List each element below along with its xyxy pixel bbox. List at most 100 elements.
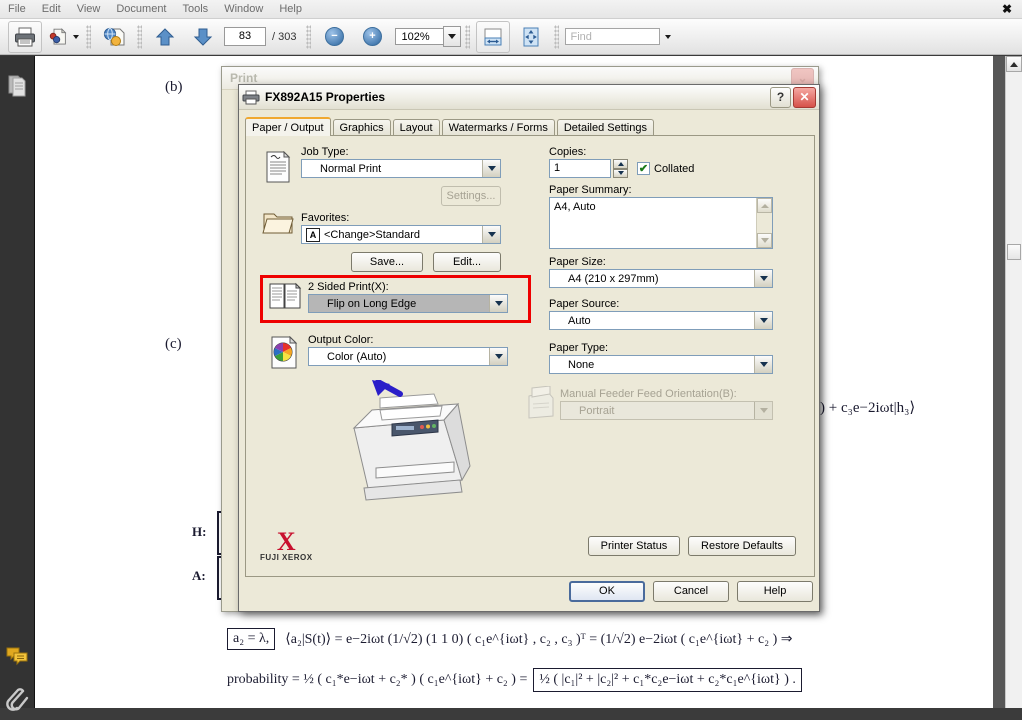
comments-panel-icon: [6, 647, 28, 666]
chevron-down-icon[interactable]: [754, 356, 772, 373]
menu-item-help[interactable]: Help: [271, 0, 310, 18]
document-vertical-scrollbar[interactable]: [1005, 56, 1022, 708]
chevron-down-icon[interactable]: [73, 34, 79, 39]
properties-titlebar[interactable]: FX892A15 Properties ? ✕: [239, 85, 819, 110]
copies-stepper[interactable]: [613, 159, 628, 178]
properties-title: FX892A15 Properties: [265, 90, 386, 104]
tab-graphics[interactable]: Graphics: [332, 119, 391, 136]
zoom-in-icon[interactable]: +: [362, 27, 382, 46]
two-sided-print-value: Flip on Long Edge: [327, 297, 417, 310]
tab-paper-output[interactable]: Paper / Output: [245, 117, 331, 136]
menu-item-document[interactable]: Document: [108, 0, 174, 18]
paper-source-value: Auto: [568, 314, 591, 327]
fit-width-icon: [484, 28, 502, 45]
two-sided-print-select[interactable]: Flip on Long Edge: [308, 294, 508, 313]
manual-feeder-select: Portrait: [560, 401, 773, 420]
chevron-down-icon[interactable]: [489, 348, 507, 365]
menu-item-edit[interactable]: Edit: [34, 0, 69, 18]
paper-summary-label: Paper Summary:: [549, 184, 632, 196]
zoom-out-icon[interactable]: −: [324, 27, 344, 46]
output-color-select[interactable]: Color (Auto): [308, 347, 508, 366]
next-page-button[interactable]: [186, 21, 220, 53]
ok-button[interactable]: OK: [569, 580, 645, 602]
scroll-up-icon[interactable]: [1006, 56, 1022, 72]
paper-summary-scrollbar[interactable]: [756, 198, 772, 248]
toolbar-separator: [306, 24, 312, 49]
chevron-down-icon[interactable]: [489, 295, 507, 312]
print-button[interactable]: [8, 20, 42, 53]
chevron-down-icon[interactable]: [665, 34, 672, 39]
paper-type-select[interactable]: None: [549, 355, 773, 374]
page-number-input[interactable]: 83: [224, 27, 266, 46]
job-type-label: Job Type:: [301, 146, 349, 158]
chevron-down-icon[interactable]: [754, 312, 772, 329]
find-input[interactable]: Find: [565, 28, 661, 45]
application-menu-bar: File Edit View Document Tools Window Hel…: [0, 0, 1022, 19]
math-block: a₂ = λ, ⟨a₂|S(t)⟩ = e−2iωt (1/√2) (1 1 0…: [227, 628, 967, 692]
favorites-select[interactable]: A <Change>Standard: [301, 225, 501, 244]
stepper-down-icon[interactable]: [613, 168, 628, 178]
chevron-down-icon[interactable]: [482, 160, 500, 177]
paper-size-label: Paper Size:: [549, 256, 606, 268]
save-button[interactable]: Save...: [351, 252, 423, 272]
web-capture-icon: [103, 27, 125, 46]
zoom-in-button[interactable]: +: [355, 21, 389, 53]
manual-feeder-icon: [528, 386, 554, 419]
menu-item-window[interactable]: Window: [216, 0, 271, 18]
printer-preview-icon: [352, 380, 471, 501]
paper-source-select[interactable]: Auto: [549, 311, 773, 330]
scroll-down-icon[interactable]: [757, 233, 772, 248]
snapshot-icon: [49, 27, 67, 44]
toolbar-separator: [137, 24, 142, 49]
fit-width-button[interactable]: [476, 20, 511, 53]
chevron-down-icon[interactable]: [754, 270, 772, 287]
previous-page-button[interactable]: [148, 21, 182, 53]
zoom-level-input[interactable]: 102%: [395, 28, 444, 45]
close-icon[interactable]: ✖: [992, 0, 1022, 18]
chevron-down-icon[interactable]: [482, 226, 500, 243]
document-job-icon: [266, 151, 291, 183]
copies-input[interactable]: 1: [549, 159, 611, 178]
email-document-button[interactable]: [46, 21, 80, 53]
math-line-2-left: probability = ½ ( c₁*e−iωt + c₂* ) ( c₁e…: [227, 672, 528, 687]
sidebar-item-comments[interactable]: [0, 634, 34, 678]
find-control[interactable]: Find: [563, 28, 672, 45]
zoom-dropdown-button[interactable]: [443, 26, 462, 47]
scrollbar-thumb[interactable]: [1007, 244, 1021, 260]
paper-size-value: A4 (210 x 297mm): [568, 272, 659, 285]
web-capture-button[interactable]: [97, 21, 131, 53]
two-sided-print-icon: [269, 282, 302, 309]
job-type-select[interactable]: Normal Print: [301, 159, 501, 178]
tab-detailed-settings[interactable]: Detailed Settings: [556, 119, 654, 136]
math-fragment-right: ) + c₃e−2iωt|h₃⟩: [820, 400, 916, 416]
menu-item-view[interactable]: View: [69, 0, 109, 18]
restore-defaults-button[interactable]: Restore Defaults: [688, 536, 796, 556]
edit-button[interactable]: Edit...: [433, 252, 501, 272]
job-type-value: Normal Print: [320, 162, 382, 175]
paper-type-label: Paper Type:: [549, 342, 609, 354]
paper-size-select[interactable]: A4 (210 x 297mm): [549, 269, 773, 288]
scroll-up-icon[interactable]: [757, 198, 772, 213]
close-icon[interactable]: ✕: [793, 86, 816, 108]
collated-checkbox[interactable]: ✔: [637, 162, 650, 175]
paper-summary-box: A4, Auto: [549, 197, 773, 249]
toolbar-separator: [554, 24, 560, 49]
stepper-up-icon[interactable]: [613, 159, 628, 169]
paper-summary-value: A4, Auto: [554, 201, 596, 213]
tab-watermarks-forms[interactable]: Watermarks / Forms: [441, 119, 555, 136]
settings-button[interactable]: Settings...: [441, 186, 501, 206]
math-line-1: ⟨a₂|S(t)⟩ = e−2iωt (1/√2) (1 1 0) ( c₁e^…: [285, 631, 793, 647]
sidebar-item-attachments[interactable]: [0, 676, 34, 720]
menu-item-file[interactable]: File: [0, 0, 34, 18]
help-button[interactable]: ?: [770, 86, 791, 108]
cancel-button[interactable]: Cancel: [653, 580, 729, 602]
sidebar-item-pages[interactable]: [0, 64, 34, 108]
printer-properties-dialog: FX892A15 Properties ? ✕ Paper / Output G…: [238, 84, 820, 612]
zoom-out-button[interactable]: −: [317, 21, 351, 53]
tab-layout[interactable]: Layout: [392, 119, 440, 136]
help-footer-button[interactable]: Help: [737, 580, 813, 602]
fit-page-button[interactable]: [514, 21, 548, 53]
menu-item-tools[interactable]: Tools: [175, 0, 217, 18]
printer-status-button[interactable]: Printer Status: [588, 536, 680, 556]
collated-label: Collated: [654, 162, 695, 175]
